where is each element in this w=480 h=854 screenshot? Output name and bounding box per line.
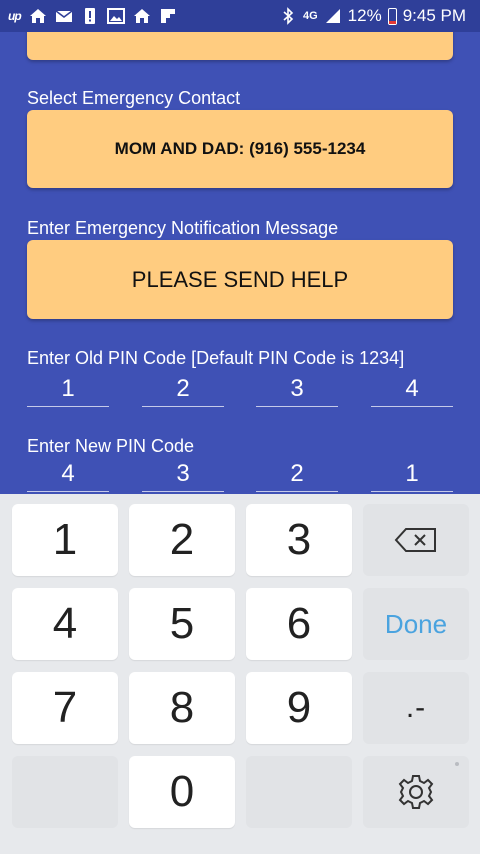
up-icon: up <box>8 9 22 23</box>
message-field[interactable]: PLEASE SEND HELP <box>27 240 453 319</box>
backspace-icon <box>394 528 436 552</box>
network-type: 4G <box>302 10 318 22</box>
emergency-contact-label: Select Emergency Contact <box>27 88 241 108</box>
old-pin-digit-1[interactable]: 1 <box>27 374 109 407</box>
key-9[interactable]: 9 <box>246 672 352 744</box>
gear-icon <box>398 775 434 809</box>
key-5[interactable]: 5 <box>129 588 235 660</box>
blank-key-right <box>246 756 352 828</box>
flipboard-icon <box>160 9 175 23</box>
new-pin-digit-3[interactable]: 2 <box>256 459 338 492</box>
message-label: Enter Emergency Notification Message <box>27 218 339 238</box>
backspace-key[interactable] <box>363 504 469 576</box>
emergency-contact-button[interactable]: MOM AND DAD: (916) 555-1234 <box>27 110 453 188</box>
new-pin-label: Enter New PIN Code <box>27 436 195 456</box>
home-icon <box>133 9 150 23</box>
mail-icon <box>55 10 73 22</box>
home-icon <box>29 9 46 23</box>
key-3[interactable]: 3 <box>246 504 352 576</box>
bluetooth-icon <box>283 7 294 25</box>
new-pin-digit-1[interactable]: 4 <box>27 459 109 492</box>
key-2[interactable]: 2 <box>129 504 235 576</box>
done-key[interactable]: Done <box>363 588 469 660</box>
old-pin-digit-3[interactable]: 3 <box>256 374 338 407</box>
new-pin-digit-4[interactable]: 1 <box>371 459 453 492</box>
dot-dash-key[interactable]: .- <box>363 672 469 744</box>
old-pin-digit-4[interactable]: 4 <box>371 374 453 407</box>
more-indicator <box>455 762 459 766</box>
key-4[interactable]: 4 <box>12 588 118 660</box>
battery-percent: 12% <box>347 6 382 25</box>
numeric-keyboard: 1 2 3 4 5 6 Done 7 8 9 .- 0 <box>0 494 480 854</box>
notification-icons: up <box>8 7 177 25</box>
key-7[interactable]: 7 <box>12 672 118 744</box>
new-pin-digit-2[interactable]: 3 <box>142 459 224 492</box>
key-1[interactable]: 1 <box>12 504 118 576</box>
previous-button-partial[interactable] <box>27 32 453 60</box>
key-6[interactable]: 6 <box>246 588 352 660</box>
clock: 9:45 PM <box>402 6 466 25</box>
settings-form: Select Emergency Contact MOM AND DAD: (9… <box>0 32 480 494</box>
old-pin-label: Enter Old PIN Code [Default PIN Code is … <box>27 348 405 368</box>
settings-key[interactable] <box>363 756 469 828</box>
status-bar: up 4G 12% 9:45 PM <box>0 0 480 32</box>
alert-icon <box>84 8 95 24</box>
battery-icon <box>387 7 397 25</box>
old-pin-digit-2[interactable]: 2 <box>142 374 224 407</box>
signal-icon <box>325 9 340 23</box>
key-0[interactable]: 0 <box>129 756 235 828</box>
image-icon <box>106 8 125 24</box>
key-8[interactable]: 8 <box>129 672 235 744</box>
system-status: 4G 12% 9:45 PM <box>279 6 466 26</box>
blank-key <box>12 756 118 828</box>
